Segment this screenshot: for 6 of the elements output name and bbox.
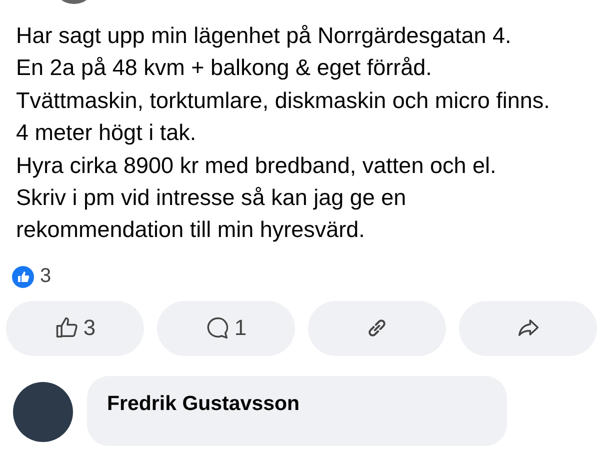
like-button[interactable]: 3: [6, 300, 144, 356]
comment-button[interactable]: 1: [157, 300, 295, 356]
like-icon: [12, 266, 34, 288]
comment-author[interactable]: Fredrik Gustavsson: [107, 392, 300, 415]
reaction-count: 3: [40, 265, 52, 288]
post-text: Har sagt upp min lägenhet på Norrgärdesgatan 4. En 2a på 48 kvm + balkong & eget förråd. Tvättmaskin, torktumlare, diskmaskin och micro finns. 4 meter högt i tak. Hyra cirka 8900 kr med bredband, vatten och el. Skriv i pm vid intresse så kan jag ge en rekommendation till min hyresvärd.: [15, 22, 551, 244]
